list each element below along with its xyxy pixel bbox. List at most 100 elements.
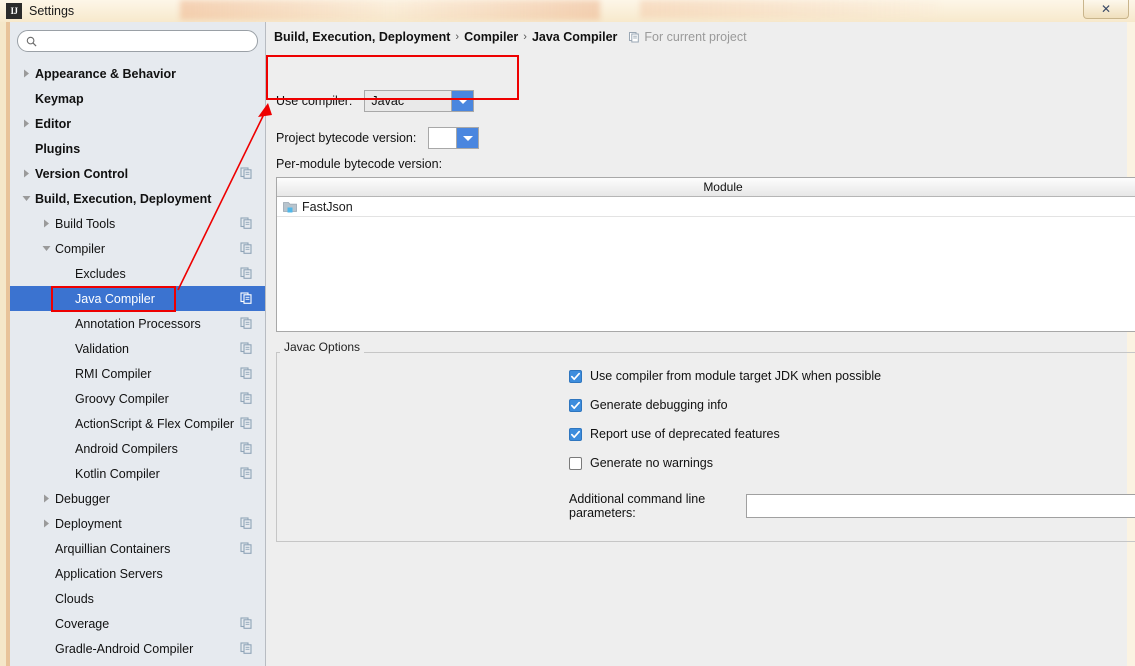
copy-settings-icon[interactable] [240, 217, 252, 229]
copy-settings-icon[interactable] [240, 367, 252, 379]
checkbox-0[interactable] [569, 370, 582, 383]
sidebar-item-debugger[interactable]: Debugger [10, 486, 265, 511]
sidebar-item-compiler[interactable]: Compiler [10, 236, 265, 261]
copy-settings-icon[interactable] [240, 517, 252, 529]
sidebar-item-android-compilers[interactable]: Android Compilers [10, 436, 265, 461]
sidebar-item-appearance-behavior[interactable]: Appearance & Behavior [10, 61, 265, 86]
search-box[interactable] [17, 30, 258, 52]
sidebar-item-groovy-compiler[interactable]: Groovy Compiler [10, 386, 265, 411]
tree-spacer [40, 642, 53, 655]
copy-settings-icon[interactable] [240, 392, 252, 404]
sidebar-item-label: Appearance & Behavior [35, 67, 176, 81]
tree-spacer [60, 317, 73, 330]
sidebar-item-keymap[interactable]: Keymap [10, 86, 265, 111]
chevron-down-icon[interactable] [452, 91, 473, 111]
copy-settings-icon[interactable] [240, 342, 252, 354]
sidebar-item-label: Build, Execution, Deployment [35, 192, 211, 206]
sidebar-item-coverage[interactable]: Coverage [10, 611, 265, 636]
tree-spacer [20, 142, 33, 155]
sidebar-item-java-compiler[interactable]: Java Compiler [10, 286, 265, 311]
sidebar-item-version-control[interactable]: Version Control [10, 161, 265, 186]
sidebar-item-label: Gradle-Android Compiler [55, 642, 193, 656]
project-bytecode-value [429, 128, 457, 148]
sidebar-item-clouds[interactable]: Clouds [10, 586, 265, 611]
checkbox-row-1[interactable]: Generate debugging info [569, 398, 728, 412]
sidebar-item-label: Application Servers [55, 567, 163, 581]
breadcrumb-separator-2: › [523, 31, 527, 43]
sidebar-item-kotlin-compiler[interactable]: Kotlin Compiler [10, 461, 265, 486]
table-body: FastJson1.8 [277, 197, 1135, 217]
sidebar-item-label: Compiler [55, 242, 105, 256]
copy-settings-icon[interactable] [240, 267, 252, 279]
checkbox-2[interactable] [569, 428, 582, 441]
breadcrumb-part-1[interactable]: Build, Execution, Deployment [274, 30, 450, 44]
copy-settings-icon[interactable] [240, 242, 252, 254]
sidebar-item-actionscript-flex-compiler[interactable]: ActionScript & Flex Compiler [10, 411, 265, 436]
sidebar-item-label: Arquillian Containers [55, 542, 170, 556]
sidebar-item-label: Coverage [55, 617, 109, 631]
tree-spacer [60, 467, 73, 480]
search-input[interactable] [42, 33, 249, 49]
tree-spacer [40, 592, 53, 605]
project-bytecode-select[interactable] [428, 127, 479, 149]
tree-spacer [40, 617, 53, 630]
tree-spacer [20, 92, 33, 105]
chevron-right-icon[interactable] [20, 67, 33, 80]
copy-settings-icon[interactable] [240, 642, 252, 654]
checkbox-3[interactable] [569, 457, 582, 470]
project-bytecode-row: Project bytecode version: [276, 127, 479, 149]
copy-settings-icon[interactable] [240, 617, 252, 629]
sidebar-item-application-servers[interactable]: Application Servers [10, 561, 265, 586]
checkbox-row-3[interactable]: Generate no warnings [569, 456, 713, 470]
breadcrumb: Build, Execution, Deployment › Compiler … [274, 30, 747, 44]
breadcrumb-part-2[interactable]: Compiler [464, 30, 518, 44]
tree-spacer [60, 342, 73, 355]
table-row[interactable]: FastJson1.8 [277, 197, 1135, 217]
checkbox-row-0[interactable]: Use compiler from module target JDK when… [569, 369, 881, 383]
checkbox-label: Report use of deprecated features [590, 427, 780, 441]
chevron-right-icon[interactable] [20, 167, 33, 180]
copy-settings-icon[interactable] [240, 167, 252, 179]
sidebar-item-annotation-processors[interactable]: Annotation Processors [10, 311, 265, 336]
tree-spacer [60, 442, 73, 455]
copy-settings-icon[interactable] [240, 417, 252, 429]
sidebar-item-label: Clouds [55, 592, 94, 606]
sidebar-item-label: Kotlin Compiler [75, 467, 160, 481]
chevron-down-icon[interactable] [40, 242, 53, 255]
sidebar-item-arquillian-containers[interactable]: Arquillian Containers [10, 536, 265, 561]
sidebar-item-gradle-android-compiler[interactable]: Gradle-Android Compiler [10, 636, 265, 661]
settings-tree: Appearance & Behavior Keymap Editor Plugins… [10, 58, 265, 661]
javac-options-legend: Javac Options [280, 340, 364, 354]
copy-settings-icon[interactable] [240, 292, 252, 304]
chevron-down-icon[interactable] [20, 192, 33, 205]
sidebar-item-editor[interactable]: Editor [10, 111, 265, 136]
sidebar-item-plugins[interactable]: Plugins [10, 136, 265, 161]
checkbox-label: Generate debugging info [590, 398, 728, 412]
sidebar-item-excludes[interactable]: Excludes [10, 261, 265, 286]
sidebar-item-rmi-compiler[interactable]: RMI Compiler [10, 361, 265, 386]
tree-spacer [60, 267, 73, 280]
chevron-right-icon[interactable] [40, 492, 53, 505]
sidebar-item-label: Java Compiler [75, 292, 155, 306]
copy-settings-icon[interactable] [240, 317, 252, 329]
additional-params-input[interactable] [746, 494, 1135, 518]
column-header-module[interactable]: Module [277, 178, 1135, 196]
checkbox-row-2[interactable]: Report use of deprecated features [569, 427, 780, 441]
copy-settings-icon[interactable] [240, 542, 252, 554]
checkbox-1[interactable] [569, 399, 582, 412]
copy-settings-icon[interactable] [240, 467, 252, 479]
sidebar-item-build-execution-deployment[interactable]: Build, Execution, Deployment [10, 186, 265, 211]
sidebar-item-label: Editor [35, 117, 71, 131]
chevron-down-icon[interactable] [457, 128, 478, 148]
chevron-right-icon[interactable] [40, 517, 53, 530]
sidebar-item-validation[interactable]: Validation [10, 336, 265, 361]
copy-settings-icon[interactable] [240, 442, 252, 454]
use-compiler-value: Javac [365, 91, 452, 111]
chevron-right-icon[interactable] [40, 217, 53, 230]
sidebar-item-build-tools[interactable]: Build Tools [10, 211, 265, 236]
sidebar-item-deployment[interactable]: Deployment [10, 511, 265, 536]
use-compiler-select[interactable]: Javac [364, 90, 474, 112]
chevron-right-icon[interactable] [20, 117, 33, 130]
breadcrumb-part-3: Java Compiler [532, 30, 617, 44]
sidebar-item-label: Keymap [35, 92, 84, 106]
